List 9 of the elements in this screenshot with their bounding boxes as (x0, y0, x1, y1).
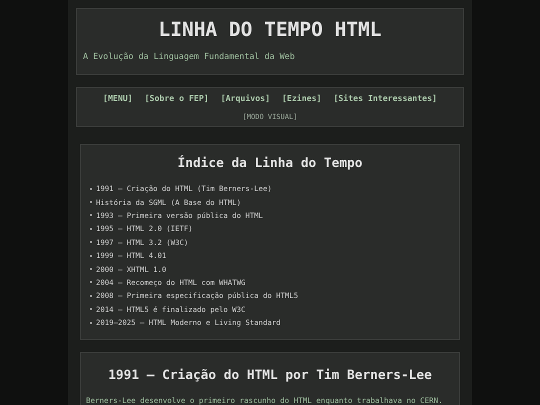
nav-link[interactable]: [MENU] (103, 92, 133, 104)
nav-link[interactable]: [Ezines] (282, 92, 322, 104)
page-title: LINHA DO TEMPO HTML (157, 18, 383, 41)
nav-link[interactable]: [Sobre o FEP] (144, 92, 209, 104)
section-heading: 1991 — Criação do HTML por Tim Berners-Lee (107, 367, 433, 386)
nav-link[interactable]: [Sites Interessantes] (333, 92, 437, 104)
index-heading: Índice da Linha do Tempo (176, 156, 364, 172)
page-subtitle: A Evolução da Linguagem Fundamental da Web (83, 51, 296, 61)
nav-link[interactable]: [Arquivos] (220, 92, 270, 104)
